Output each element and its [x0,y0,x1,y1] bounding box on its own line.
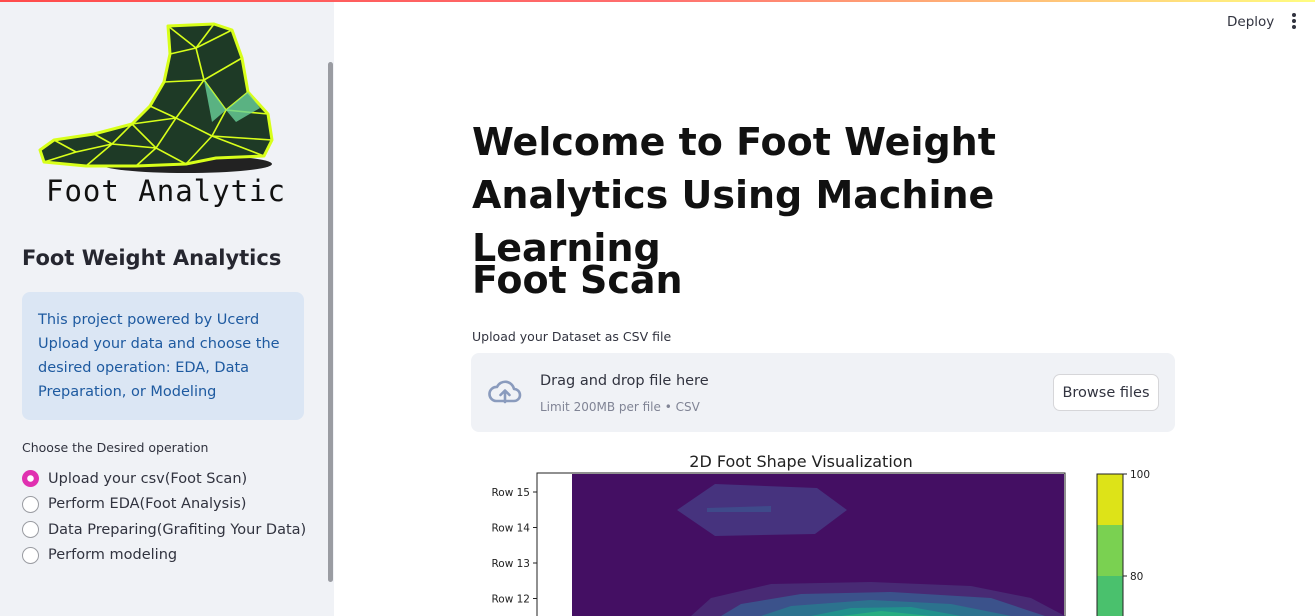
kebab-menu-icon[interactable] [1290,13,1298,33]
radio-selected-icon [22,470,39,488]
y-tick-label: Row 14 [491,523,530,535]
deploy-button[interactable]: Deploy [1227,14,1274,30]
radio-label: Data Preparing(Grafiting Your Data) [48,521,307,538]
browse-files-button[interactable]: Browse files [1053,374,1159,411]
radio-unselected-icon [22,546,39,564]
radio-perform-eda[interactable]: Perform EDA(Foot Analysis) [22,492,306,518]
upload-label: Upload your Dataset as CSV file [472,329,672,344]
radio-data-preparing[interactable]: Data Preparing(Grafiting Your Data) [22,517,306,543]
section-title: Foot Scan [472,258,683,302]
colorbar-segment [1097,474,1123,525]
radio-unselected-icon [22,521,39,539]
colorbar-tick-label: 80 [1130,571,1143,583]
cloud-upload-icon [488,380,522,404]
sidebar-scrollbar[interactable] [328,62,333,582]
info-text: This project powered by Ucerd Upload you… [38,312,280,400]
colorbar-tick-label: 100 [1130,469,1150,481]
colorbar-segment [1097,576,1123,616]
operation-radio-group: Upload your csv(Foot Scan) Perform EDA(F… [22,466,306,568]
page-title: Welcome to Foot Weight Analytics Using M… [472,120,996,270]
logo-text: Foot Analytic [46,174,286,208]
chart-title: 2D Foot Shape Visualization [689,452,912,471]
radio-perform-modeling[interactable]: Perform modeling [22,543,306,569]
file-dropzone[interactable]: Drag and drop file here Limit 200MB per … [471,353,1175,432]
colorbar: 100 80 [1096,469,1150,616]
foot-shape-chart: 2D Foot Shape Visualization Row 15 Row 14… [471,448,1171,616]
radio-upload-csv[interactable]: Upload your csv(Foot Scan) [22,466,306,492]
y-tick-label: Row 13 [491,558,530,570]
radio-label: Perform EDA(Foot Analysis) [48,496,247,513]
dropzone-subtitle: Limit 200MB per file • CSV [540,400,700,414]
y-tick-label: Row 15 [491,487,530,499]
radio-label: Upload your csv(Foot Scan) [48,470,248,487]
operation-label: Choose the Desired operation [22,440,209,455]
info-box: This project powered by Ucerd Upload you… [22,292,304,420]
y-axis-ticks: Row 15 Row 14 Row 13 Row 12 [491,487,537,606]
sidebar-title: Foot Weight Analytics [22,246,282,270]
chart-svg: 2D Foot Shape Visualization Row 15 Row 14… [491,452,1150,616]
y-tick-label: Row 12 [491,594,530,606]
colorbar-segment [1097,525,1123,576]
top-accent-bar [0,0,1315,2]
radio-label: Perform modeling [48,547,178,564]
dropzone-title: Drag and drop file here [540,373,709,389]
radio-unselected-icon [22,495,39,513]
sidebar: Foot Analytic Foot Weight Analytics This… [0,0,334,616]
